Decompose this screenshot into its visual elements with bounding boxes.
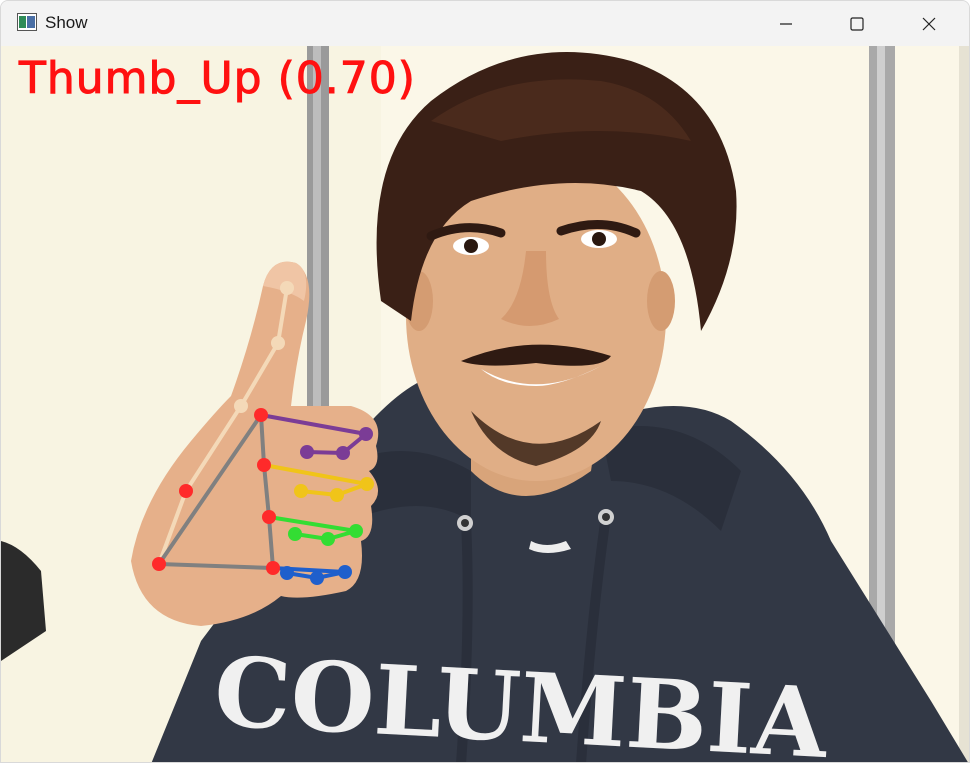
- minimize-button[interactable]: [751, 1, 821, 46]
- landmark-pinky: [280, 566, 294, 580]
- title-bar[interactable]: Show: [1, 1, 969, 46]
- landmark-thumb: [179, 484, 193, 498]
- landmark-pinky: [338, 565, 352, 579]
- landmark-thumb: [271, 336, 285, 350]
- landmark-middle: [360, 477, 374, 491]
- landmark-ring: [349, 524, 363, 538]
- camera-frame: COLUMBIA: [1, 46, 969, 762]
- landmark-index: [300, 445, 314, 459]
- landmark-middle: [294, 484, 308, 498]
- maximize-icon: [850, 16, 864, 31]
- landmark-ring: [321, 532, 335, 546]
- landmark-thumb: [234, 399, 248, 413]
- landmark-wrist: [152, 557, 166, 571]
- application-window: Show COLUMBIA Thumb_Up (0.70): [0, 0, 970, 763]
- landmark-pinky: [310, 571, 324, 585]
- minimize-icon: [780, 22, 792, 25]
- camera-feed: COLUMBIA Thumb_Up (0.70): [1, 46, 969, 762]
- landmark-index: [359, 427, 373, 441]
- gesture-label: Thumb_Up (0.70): [19, 53, 416, 105]
- app-window-icon: [17, 13, 37, 31]
- landmark-ring: [288, 527, 302, 541]
- window-title: Show: [45, 13, 88, 32]
- landmark-middle: [257, 458, 271, 472]
- landmark-pinky: [266, 561, 280, 575]
- landmark-thumb: [280, 281, 294, 295]
- landmark-index: [254, 408, 268, 422]
- landmark-index: [336, 446, 350, 460]
- close-button[interactable]: [894, 1, 964, 46]
- landmark-ring: [262, 510, 276, 524]
- close-icon: [922, 17, 936, 30]
- maximize-button[interactable]: [822, 1, 892, 46]
- landmark-middle: [330, 488, 344, 502]
